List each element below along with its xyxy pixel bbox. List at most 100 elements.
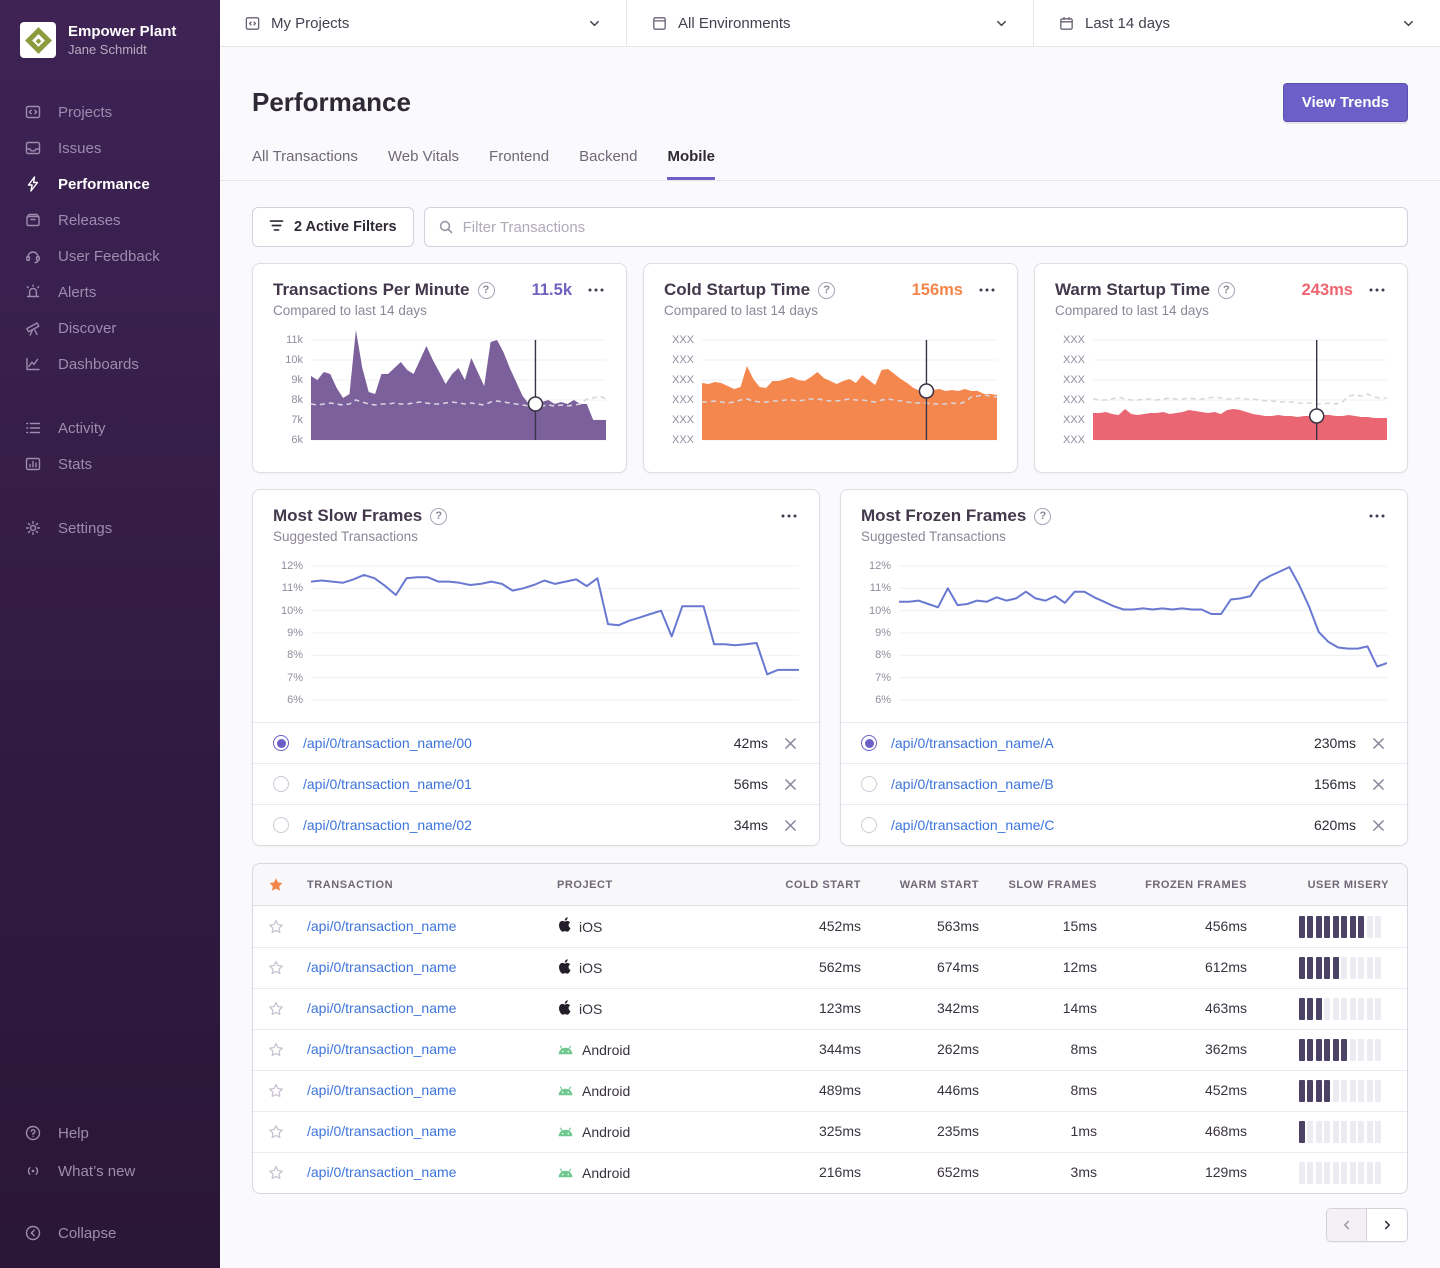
- column-header[interactable]: TRANSACTION: [299, 879, 549, 891]
- column-header[interactable]: PROJECT: [549, 879, 761, 891]
- star-icon[interactable]: [253, 877, 299, 893]
- radio-button[interactable]: [273, 776, 289, 792]
- transaction-link[interactable]: /api/0/transaction_name/00: [303, 735, 734, 751]
- sidebar-item-settings[interactable]: Settings: [0, 510, 220, 546]
- close-icon[interactable]: [1370, 735, 1387, 752]
- card-subtitle: Compared to last 14 days: [1055, 303, 1387, 318]
- sidebar-item-activity[interactable]: Activity: [0, 410, 220, 446]
- sidebar-item-help[interactable]: Help: [0, 1114, 220, 1152]
- sidebar-item-discover[interactable]: Discover: [0, 310, 220, 346]
- ellipsis-menu-button[interactable]: [586, 286, 606, 294]
- slow-frames-value: 14ms: [1063, 1000, 1097, 1016]
- slow-frames-value: 15ms: [1063, 918, 1097, 934]
- transaction-link[interactable]: /api/0/transaction_name/02: [303, 817, 734, 833]
- tab-all-transactions[interactable]: All Transactions: [252, 148, 358, 180]
- help-icon[interactable]: ?: [478, 282, 495, 299]
- transaction-link[interactable]: /api/0/transaction_name/C: [891, 817, 1314, 833]
- card-subtitle: Compared to last 14 days: [273, 303, 606, 318]
- android-icon: [557, 1124, 574, 1140]
- close-icon[interactable]: [782, 776, 799, 793]
- tab-frontend[interactable]: Frontend: [489, 148, 549, 180]
- sidebar-collapse-button[interactable]: Collapse: [0, 1214, 220, 1252]
- ellipsis-menu-button[interactable]: [977, 286, 997, 294]
- sidebar-item-label: Performance: [58, 176, 150, 193]
- org-switcher[interactable]: Empower Plant Jane Schmidt: [0, 0, 220, 68]
- card-subtitle: Compared to last 14 days: [664, 303, 997, 318]
- help-icon[interactable]: ?: [1218, 282, 1235, 299]
- close-icon[interactable]: [782, 817, 799, 834]
- ellipsis-menu-button[interactable]: [779, 512, 799, 520]
- environment-selector[interactable]: All Environments: [627, 0, 1034, 46]
- star-icon[interactable]: [266, 958, 286, 978]
- sidebar-item-dashboards[interactable]: Dashboards: [0, 346, 220, 382]
- cold-start-value: 562ms: [819, 959, 861, 975]
- previous-page-button[interactable]: [1327, 1209, 1367, 1241]
- sidebar-item-releases[interactable]: Releases: [0, 202, 220, 238]
- ellipsis-menu-button[interactable]: [1367, 286, 1387, 294]
- column-header[interactable]: WARM START: [879, 879, 997, 891]
- ellipsis-menu-button[interactable]: [1367, 512, 1387, 520]
- project-selector[interactable]: My Projects: [220, 0, 627, 46]
- cold-start-chart[interactable]: [702, 330, 997, 448]
- sidebar-item-user-feedback[interactable]: User Feedback: [0, 238, 220, 274]
- search-input[interactable]: [463, 219, 1394, 236]
- help-icon[interactable]: ?: [818, 282, 835, 299]
- performance-icon: [23, 174, 43, 194]
- user-misery-bars: [1273, 1039, 1399, 1061]
- frozen-frames-chart[interactable]: [899, 556, 1387, 708]
- transaction-link[interactable]: /api/0/transaction_name/B: [891, 776, 1314, 792]
- transaction-link[interactable]: /api/0/transaction_name: [307, 959, 456, 975]
- sidebar-item-alerts[interactable]: Alerts: [0, 274, 220, 310]
- radio-button[interactable]: [861, 735, 877, 751]
- tpm-chart[interactable]: [311, 330, 606, 448]
- dashboards-icon: [23, 354, 43, 374]
- star-icon[interactable]: [266, 999, 286, 1019]
- radio-button[interactable]: [273, 817, 289, 833]
- transaction-link[interactable]: /api/0/transaction_name: [307, 1082, 456, 1098]
- sidebar-item-issues[interactable]: Issues: [0, 130, 220, 166]
- cold-start-value: 216ms: [819, 1164, 861, 1180]
- sidebar-item-projects[interactable]: Projects: [0, 94, 220, 130]
- warm-start-value: 563ms: [937, 918, 979, 934]
- radio-button[interactable]: [861, 817, 877, 833]
- sidebar-item-whats-new[interactable]: What’s new: [0, 1152, 220, 1190]
- view-trends-button[interactable]: View Trends: [1283, 83, 1408, 122]
- radio-button[interactable]: [861, 776, 877, 792]
- star-icon[interactable]: [266, 1081, 286, 1101]
- warm-start-chart[interactable]: [1093, 330, 1387, 448]
- card-warm-startup-time: Warm Startup Time ? 243ms Compared to la…: [1034, 263, 1408, 473]
- sidebar-item-stats[interactable]: Stats: [0, 446, 220, 482]
- slow-frames-chart[interactable]: [311, 556, 799, 708]
- help-icon[interactable]: ?: [1034, 508, 1051, 525]
- duration-value: 34ms: [734, 817, 768, 833]
- table-row: /api/0/transaction_nameAndroid216ms652ms…: [253, 1152, 1407, 1193]
- transaction-link[interactable]: /api/0/transaction_name: [307, 1123, 456, 1139]
- transaction-link[interactable]: /api/0/transaction_name: [307, 918, 456, 934]
- transaction-link[interactable]: /api/0/transaction_name: [307, 1000, 456, 1016]
- star-icon[interactable]: [266, 1122, 286, 1142]
- column-header[interactable]: SLOW FRAMES: [997, 879, 1115, 891]
- daterange-selector[interactable]: Last 14 days: [1034, 0, 1440, 46]
- tab-backend[interactable]: Backend: [579, 148, 637, 180]
- star-icon[interactable]: [266, 917, 286, 937]
- radio-button[interactable]: [273, 735, 289, 751]
- star-icon[interactable]: [266, 1163, 286, 1183]
- column-header[interactable]: FROZEN FRAMES: [1115, 879, 1265, 891]
- active-filters-button[interactable]: 2 Active Filters: [252, 207, 414, 247]
- tab-web-vitals[interactable]: Web Vitals: [388, 148, 459, 180]
- column-header[interactable]: USER MISERY: [1265, 879, 1407, 891]
- sidebar-item-performance[interactable]: Performance: [0, 166, 220, 202]
- close-icon[interactable]: [1370, 817, 1387, 834]
- help-icon[interactable]: ?: [430, 508, 447, 525]
- transaction-link[interactable]: /api/0/transaction_name: [307, 1041, 456, 1057]
- transaction-link[interactable]: /api/0/transaction_name/01: [303, 776, 734, 792]
- apple-icon: [557, 917, 571, 936]
- tab-mobile[interactable]: Mobile: [667, 148, 715, 180]
- transaction-link[interactable]: /api/0/transaction_name: [307, 1164, 456, 1180]
- next-page-button[interactable]: [1367, 1209, 1407, 1241]
- transaction-link[interactable]: /api/0/transaction_name/A: [891, 735, 1314, 751]
- star-icon[interactable]: [266, 1040, 286, 1060]
- close-icon[interactable]: [782, 735, 799, 752]
- close-icon[interactable]: [1370, 776, 1387, 793]
- column-header[interactable]: COLD START: [761, 879, 879, 891]
